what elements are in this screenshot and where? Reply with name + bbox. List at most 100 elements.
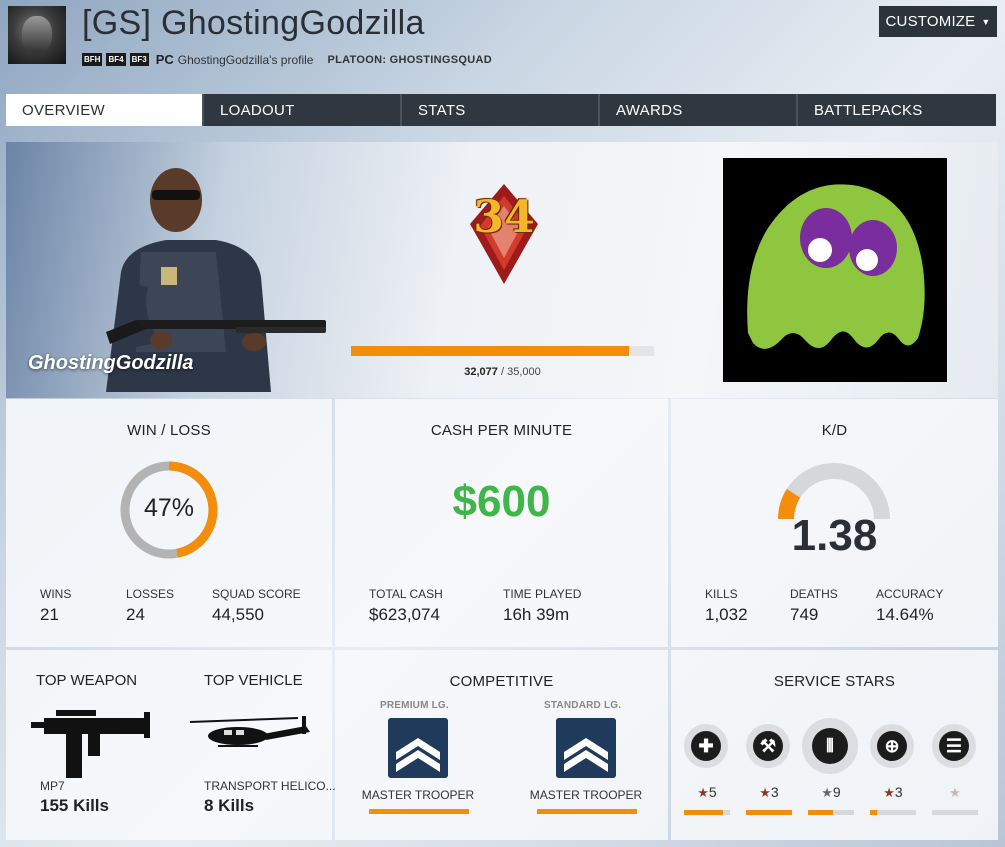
medic-cross-icon-glyph: ✚ <box>691 731 721 761</box>
service-star-progress <box>684 810 730 815</box>
star-icon: ★ <box>759 785 771 800</box>
service-star-progress-fill <box>870 810 877 815</box>
game-badge-bfh[interactable]: BFH <box>82 53 103 66</box>
tab-battlepacks[interactable]: BATTLEPACKS <box>798 94 996 126</box>
hero-section: GhostingGodzilla 34 32,077 / 35,000 <box>6 142 998 398</box>
ammo-icon[interactable]: ⦀ <box>802 718 858 774</box>
soldier-name: GhostingGodzilla <box>28 352 194 374</box>
service-star-progress <box>808 810 854 815</box>
competitive-panel: COMPETITIVE PREMIUM LG. STANDARD LG. MAS… <box>335 650 668 840</box>
losses-stat: LOSSES 24 <box>126 587 174 625</box>
standard-rank-name: MASTER TROOPER <box>529 788 643 802</box>
time-played-label: TIME PLAYED <box>503 587 582 601</box>
xp-total: 35,000 <box>507 366 541 378</box>
star-icon: ★ <box>821 785 833 800</box>
accuracy-value: 14.64% <box>876 605 934 624</box>
service-star-progress <box>746 810 792 815</box>
kd-panel: K/D 1.38 KILLS 1,032 DEATHS 749 ACCURACY… <box>671 399 998 647</box>
accuracy-label: ACCURACY <box>876 587 944 601</box>
win-loss-panel: WIN / LOSS 47% WINS 21 LOSSES 24 SQUAD S… <box>6 399 332 647</box>
deaths-value: 749 <box>790 605 819 624</box>
service-star-count: ★ <box>932 784 978 801</box>
service-star-number: 3 <box>770 784 779 800</box>
standard-progress-bar <box>537 809 637 814</box>
top-weapon-title: TOP WEAPON <box>36 672 138 689</box>
kd-value: 1.38 <box>791 511 878 560</box>
rank-number: 34 <box>473 192 535 243</box>
game-badge-bf4[interactable]: BF4 <box>106 53 126 66</box>
ammo-icon-glyph: ⦀ <box>812 728 848 764</box>
page-title: [GS] GhostingGodzilla <box>82 4 425 42</box>
service-star-progress-fill <box>746 810 792 815</box>
star-icon: ★ <box>949 785 961 800</box>
wrench-icon-glyph: ⚒ <box>753 731 783 761</box>
competitive-title: COMPETITIVE <box>449 673 554 690</box>
top-vehicle-kills: 8 Kills <box>204 796 255 815</box>
kd-title: K/D <box>821 422 848 439</box>
service-star-count: ★3 <box>746 784 792 801</box>
crosshair-icon[interactable]: ⊕ <box>870 724 914 768</box>
total-cash-stat: TOTAL CASH $623,074 <box>369 587 443 625</box>
top-weapon-kills: 155 Kills <box>40 796 109 815</box>
wins-value: 21 <box>40 605 59 624</box>
helicopter-vehicle-icon[interactable] <box>188 712 318 762</box>
win-loss-title: WIN / LOSS <box>127 422 211 439</box>
profile-header: [GS] GhostingGodzilla BFH BF4 BF3 PC Gho… <box>0 0 1005 90</box>
service-stars-panel: SERVICE STARS ✚ ★5 ⚒ ★3 ⦀ ★9 ⊕ ★3 ☰ ★ <box>671 650 998 840</box>
service-star-count: ★3 <box>870 784 916 801</box>
crosshair-icon-glyph: ⊕ <box>877 731 907 761</box>
service-star-progress-fill <box>684 810 724 815</box>
deaths-stat: DEATHS 749 <box>790 587 838 625</box>
tab-awards[interactable]: AWARDS <box>600 94 798 126</box>
top-weapon-name: MP7 <box>40 779 65 793</box>
standard-league-label: STANDARD LG. <box>544 700 622 711</box>
top-vehicle-title: TOP VEHICLE <box>204 672 303 689</box>
game-badge-bf3[interactable]: BF3 <box>129 53 149 66</box>
premium-chevron-rank-icon[interactable] <box>388 718 448 778</box>
commander-icon[interactable]: ☰ <box>932 724 976 768</box>
mp7-weapon-icon[interactable] <box>26 710 156 782</box>
service-star-number: 5 <box>708 784 717 800</box>
premium-league-label: PREMIUM LG. <box>380 700 449 711</box>
wrench-icon[interactable]: ⚒ <box>746 724 790 768</box>
avatar[interactable] <box>8 6 66 64</box>
wins-stat: WINS 21 <box>40 587 71 625</box>
service-star-number: 3 <box>894 784 903 800</box>
tab-loadout[interactable]: LOADOUT <box>204 94 402 126</box>
cash-panel: CASH PER MINUTE $600 TOTAL CASH $623,074… <box>335 399 668 647</box>
service-star-progress <box>870 810 916 815</box>
tab-stats[interactable]: STATS <box>402 94 600 126</box>
squad-score-label: SQUAD SCORE <box>212 587 301 601</box>
time-played-value: 16h 39m <box>503 605 570 624</box>
losses-label: LOSSES <box>126 587 175 601</box>
tab-bar: OVERVIEW LOADOUT STATS AWARDS BATTLEPACK… <box>6 94 998 126</box>
service-star-progress-fill <box>808 810 834 815</box>
platoon-link[interactable]: PLATOON: GHOSTINGSQUAD <box>327 54 491 66</box>
accuracy-stat: ACCURACY 14.64% <box>876 587 943 625</box>
win-percent: 47% <box>143 494 195 522</box>
total-cash-label: TOTAL CASH <box>369 587 443 601</box>
star-icon: ★ <box>697 785 709 800</box>
profile-text: GhostingGodzilla's profile <box>177 52 314 67</box>
xp-progress-fill <box>351 346 629 356</box>
medic-cross-icon[interactable]: ✚ <box>684 724 728 768</box>
caret-down-icon: ▼ <box>981 16 991 27</box>
tab-overview[interactable]: OVERVIEW <box>6 94 204 126</box>
top-weapon-vehicle-panel: TOP WEAPON TOP VEHICLE MP7 155 Kills TRA… <box>6 650 336 840</box>
standard-chevron-rank-icon[interactable] <box>556 718 616 778</box>
ghost-emblem-icon[interactable] <box>723 158 947 382</box>
squad-score-value: 44,550 <box>212 605 264 624</box>
customize-button[interactable]: CUSTOMIZE ▼ <box>879 6 997 37</box>
kills-label: KILLS <box>705 587 738 601</box>
service-star-progress <box>932 810 978 815</box>
platform-label: PC <box>155 52 174 67</box>
service-star-count: ★9 <box>808 784 854 801</box>
service-star-count: ★5 <box>684 784 730 801</box>
service-star-number: 9 <box>832 784 841 800</box>
gas-mask-icon <box>22 16 52 52</box>
star-icon: ★ <box>883 785 895 800</box>
commander-icon-glyph: ☰ <box>939 731 969 761</box>
top-vehicle-name: TRANSPORT HELICO... <box>204 779 336 793</box>
wins-label: WINS <box>40 587 72 601</box>
premium-progress-bar <box>369 809 469 814</box>
